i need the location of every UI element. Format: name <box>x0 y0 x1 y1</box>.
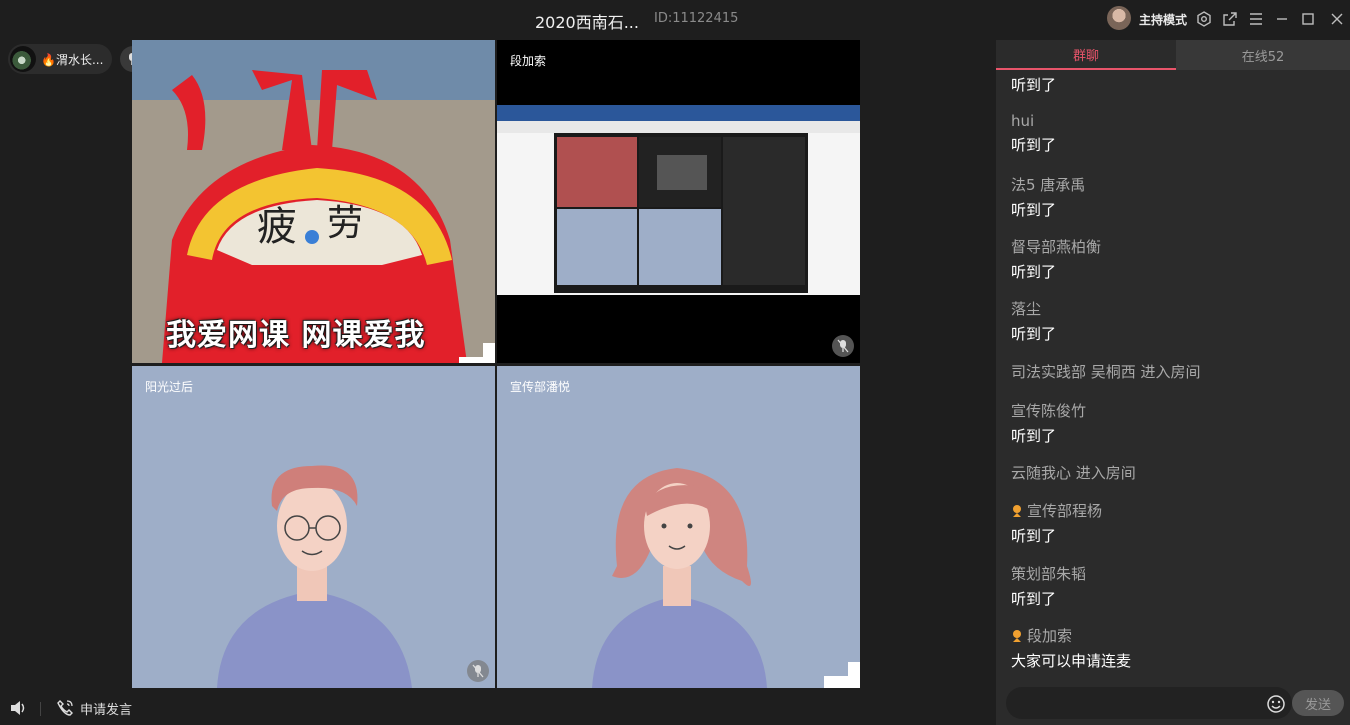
host-avatar[interactable] <box>1107 6 1131 30</box>
message-text: 听到了 <box>1011 590 1057 608</box>
chat-message: 宣传陈俊竹 听到了 <box>1011 400 1086 446</box>
tab-label: 群聊 <box>1072 48 1099 64</box>
chat-input[interactable] <box>1006 687 1292 719</box>
speaker-icon[interactable] <box>8 698 28 718</box>
chat-message: 段加索 大家可以申请连麦 <box>1011 625 1131 671</box>
bottom-divider <box>40 702 41 716</box>
corner-expand-icon[interactable] <box>824 662 860 688</box>
message-text: 听到了 <box>1011 201 1057 219</box>
system-notice: 司法实践部 吴桐西 进入房间 <box>1011 363 1201 381</box>
admin-badge-icon <box>1013 629 1021 642</box>
mic-muted-icon <box>467 660 489 682</box>
meme-caption: 我爱网课 网课爱我 <box>166 318 426 353</box>
video-tile-1[interactable]: 疲 劳 我爱网课 网课爱我 <box>132 40 495 363</box>
admin-badge-icon <box>1013 504 1021 517</box>
chat-message: 落尘 听到了 <box>1011 298 1056 344</box>
corner-expand-icon[interactable] <box>459 337 495 363</box>
chat-message: hui 听到了 <box>1011 112 1056 155</box>
message-sender: 宣传部程杨 <box>1027 502 1103 520</box>
message-text: 听到了 <box>1011 263 1057 281</box>
room-title: 2020西南石... <box>535 13 639 32</box>
send-button[interactable]: 发送 <box>1292 690 1344 716</box>
message-sender: hui <box>1011 112 1035 130</box>
host-mode-label[interactable]: 主持模式 <box>1139 11 1187 28</box>
settings-icon[interactable] <box>1194 9 1214 29</box>
host-badge[interactable]: 🔥渭水长... <box>8 44 112 74</box>
video-tile-4[interactable]: 宣传部潘悦 <box>497 366 860 688</box>
screen-share-preview <box>497 105 860 295</box>
badge-text-right: 劳 <box>327 203 363 244</box>
chat-message: 听到了 <box>1011 74 1056 95</box>
chat-message: 督导部燕柏衡 听到了 <box>1011 236 1101 282</box>
default-avatar-female <box>592 468 767 688</box>
message-sender: 督导部燕柏衡 <box>1011 238 1102 256</box>
badge-text-left: 疲 <box>257 204 297 250</box>
chat-message: 法5 唐承禹 听到了 <box>1011 174 1085 220</box>
menu-icon[interactable] <box>1246 9 1266 29</box>
message-sender: 法5 唐承禹 <box>1011 176 1086 194</box>
message-sender: 落尘 <box>1011 300 1042 318</box>
tab-group-chat[interactable]: 群聊 <box>996 40 1176 70</box>
maximize-icon[interactable] <box>1298 9 1318 29</box>
apply-speak-button[interactable]: 申请发言 <box>56 698 132 718</box>
host-pill-avatar <box>10 46 36 72</box>
chat-message: 策划部朱韬 听到了 <box>1011 563 1086 609</box>
room-id: ID:11122415 <box>654 11 739 26</box>
message-text: 听到了 <box>1011 76 1057 94</box>
close-icon[interactable] <box>1327 9 1347 29</box>
phone-icon <box>57 700 73 716</box>
message-text: 听到了 <box>1011 325 1057 343</box>
emoji-icon[interactable] <box>1266 694 1286 714</box>
video-tile-3[interactable]: 阳光过后 <box>132 366 495 688</box>
message-sender: 策划部朱韬 <box>1011 565 1087 583</box>
message-sender: 宣传陈俊竹 <box>1011 402 1087 420</box>
chat-panel: 群聊 在线52 听到了 hui 听到了 法5 唐承禹 听到了 督导部燕柏衡 听到… <box>996 40 1350 725</box>
system-notice: 云随我心 进入房间 <box>1011 464 1136 482</box>
message-text: 听到了 <box>1011 427 1057 445</box>
chat-message: 宣传部程杨 听到了 <box>1011 500 1102 546</box>
participant-name: 段加索 <box>510 54 547 68</box>
tab-online[interactable]: 在线52 <box>1176 40 1350 70</box>
host-name: 🔥渭水长... <box>41 52 104 67</box>
message-sender-row: 段加索 <box>1011 625 1131 646</box>
share-icon[interactable] <box>1220 9 1240 29</box>
message-text: 听到了 <box>1011 136 1057 154</box>
mic-muted-icon <box>832 335 854 357</box>
message-text: 听到了 <box>1011 527 1057 545</box>
video-tile-2[interactable]: 段加索 <box>497 40 860 363</box>
tab-label: 在线52 <box>1241 49 1285 65</box>
chat-list[interactable]: 听到了 hui 听到了 法5 唐承禹 听到了 督导部燕柏衡 听到了 落尘 听到了… <box>996 70 1350 710</box>
minimize-icon[interactable] <box>1272 9 1292 29</box>
message-sender-row: 宣传部程杨 <box>1011 500 1102 521</box>
apply-speak-label: 申请发言 <box>80 702 133 718</box>
default-avatar-male <box>217 465 412 688</box>
message-sender: 段加索 <box>1027 627 1073 645</box>
message-text: 大家可以申请连麦 <box>1011 652 1132 670</box>
